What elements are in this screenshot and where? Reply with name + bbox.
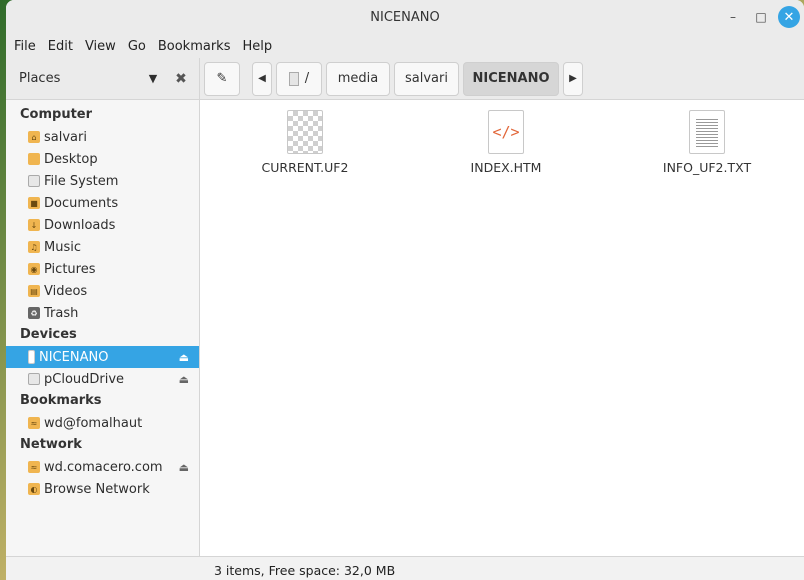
sidebar-item-downloads[interactable]: ↓ Downloads xyxy=(6,214,199,236)
sidebar-heading-devices: Devices xyxy=(20,327,77,342)
path-root-button[interactable]: / xyxy=(276,61,322,96)
menu-view[interactable]: View xyxy=(79,39,122,54)
trash-icon: ♻ xyxy=(28,307,40,319)
file-item-current-uf2[interactable]: CURRENT.UF2 xyxy=(245,110,365,175)
menu-bookmarks[interactable]: Bookmarks xyxy=(152,39,237,54)
sidebar-item-desktop[interactable]: Desktop xyxy=(6,148,199,170)
file-item-index-htm[interactable]: </> INDEX.HTM xyxy=(446,110,566,175)
eject-icon[interactable]: ⏏ xyxy=(179,373,189,386)
toolbar: Places ▼ ✖ ✎ ◀ / media salvari NICENANO xyxy=(6,58,804,100)
edit-icon: ✎ xyxy=(216,71,228,86)
title-bar[interactable]: NICENANO – □ ✕ xyxy=(6,0,804,34)
pictures-folder-icon: ◉ xyxy=(28,263,40,275)
sidebar: Computer ⌂ salvari Desktop File System ■ D… xyxy=(6,100,200,556)
sidebar-item-browse-network[interactable]: ◐ Browse Network xyxy=(6,478,199,500)
close-icon[interactable]: ✕ xyxy=(778,6,800,28)
path-media-button[interactable]: media xyxy=(326,61,390,96)
drive-icon xyxy=(28,175,40,187)
desktop-folder-icon xyxy=(28,153,40,165)
status-bar: 3 items, Free space: 32,0 MB xyxy=(6,556,804,580)
sidebar-heading-bookmarks: Bookmarks xyxy=(20,393,102,408)
maximize-icon[interactable]: □ xyxy=(750,6,772,28)
network-folder-icon: ≈ xyxy=(28,417,40,429)
path-salvari-button[interactable]: salvari xyxy=(394,61,459,96)
menu-go[interactable]: Go xyxy=(122,39,152,54)
file-item-info-uf2-txt[interactable]: INFO_UF2.TXT xyxy=(647,110,767,175)
sidebar-item-videos[interactable]: ▤ Videos xyxy=(6,280,199,302)
path-scroll-right-button[interactable]: ▶ xyxy=(563,61,583,96)
network-folder-icon: ≈ xyxy=(28,461,40,473)
file-name: INFO_UF2.TXT xyxy=(662,160,752,175)
image-file-icon xyxy=(287,110,323,154)
arrow-right-icon: ▶ xyxy=(569,73,577,84)
places-label: Places xyxy=(19,71,61,86)
eject-icon[interactable]: ⏏ xyxy=(179,461,189,474)
sidebar-item-trash[interactable]: ♻ Trash xyxy=(6,302,199,324)
path-scroll-left-button[interactable]: ◀ xyxy=(252,61,272,96)
path-salvari-label: salvari xyxy=(405,71,448,86)
file-view[interactable]: CURRENT.UF2 </> INDEX.HTM INFO_UF2.TXT xyxy=(200,100,804,556)
videos-folder-icon: ▤ xyxy=(28,285,40,297)
close-sidebar-icon[interactable]: ✖ xyxy=(171,71,191,87)
path-bar: ✎ ◀ / media salvari NICENANO ▶ xyxy=(200,58,804,99)
menu-bar: File Edit View Go Bookmarks Help xyxy=(6,34,804,58)
html-file-icon: </> xyxy=(488,110,524,154)
sidebar-item-pclouddrive[interactable]: pCloudDrive ⏏ xyxy=(6,368,199,390)
minimize-icon[interactable]: – xyxy=(722,6,744,28)
path-media-label: media xyxy=(337,71,379,86)
music-folder-icon: ♫ xyxy=(28,241,40,253)
drive-icon xyxy=(288,71,299,86)
drive-icon xyxy=(28,373,40,385)
downloads-folder-icon: ↓ xyxy=(28,219,40,231)
path-nicenano-button[interactable]: NICENANO xyxy=(463,61,559,96)
arrow-left-icon: ◀ xyxy=(258,73,266,84)
file-manager-window: NICENANO – □ ✕ File Edit View Go Bookmar… xyxy=(6,0,804,580)
eject-icon[interactable]: ⏏ xyxy=(179,351,189,364)
window-controls: – □ ✕ xyxy=(722,6,800,28)
menu-file[interactable]: File xyxy=(8,39,42,54)
menu-edit[interactable]: Edit xyxy=(42,39,79,54)
text-file-icon xyxy=(689,110,725,154)
sidebar-item-file-system[interactable]: File System xyxy=(6,170,199,192)
menu-help[interactable]: Help xyxy=(236,39,278,54)
dropdown-arrow-icon[interactable]: ▼ xyxy=(143,72,163,85)
sidebar-heading-network: Network xyxy=(20,437,82,452)
sidebar-item-wd-comacero[interactable]: ≈ wd.comacero.com ⏏ xyxy=(6,456,199,478)
file-name: INDEX.HTM xyxy=(470,160,542,175)
sidebar-item-music[interactable]: ♫ Music xyxy=(6,236,199,258)
status-text: 3 items, Free space: 32,0 MB xyxy=(214,563,396,578)
sidebar-item-nicenano[interactable]: NICENANO ⏏ xyxy=(6,346,199,368)
window-title: NICENANO xyxy=(370,9,440,25)
path-root-label: / xyxy=(304,71,310,86)
path-nicenano-label: NICENANO xyxy=(472,71,550,86)
home-icon: ⌂ xyxy=(28,131,40,143)
documents-folder-icon: ■ xyxy=(28,197,40,209)
usb-drive-icon xyxy=(28,350,35,364)
sidebar-item-pictures[interactable]: ◉ Pictures xyxy=(6,258,199,280)
sidebar-item-salvari[interactable]: ⌂ salvari xyxy=(6,126,199,148)
sidebar-item-wd-fomalhaut[interactable]: ≈ wd@fomalhaut xyxy=(6,412,199,434)
sidebar-heading-computer: Computer xyxy=(20,107,93,122)
content-area: Computer ⌂ salvari Desktop File System ■ D… xyxy=(6,100,804,556)
toggle-location-entry-button[interactable]: ✎ xyxy=(204,61,240,96)
sidebar-item-documents[interactable]: ■ Documents xyxy=(6,192,199,214)
places-selector[interactable]: Places ▼ ✖ xyxy=(6,58,200,99)
browse-network-icon: ◐ xyxy=(28,483,40,495)
file-name: CURRENT.UF2 xyxy=(261,160,349,175)
